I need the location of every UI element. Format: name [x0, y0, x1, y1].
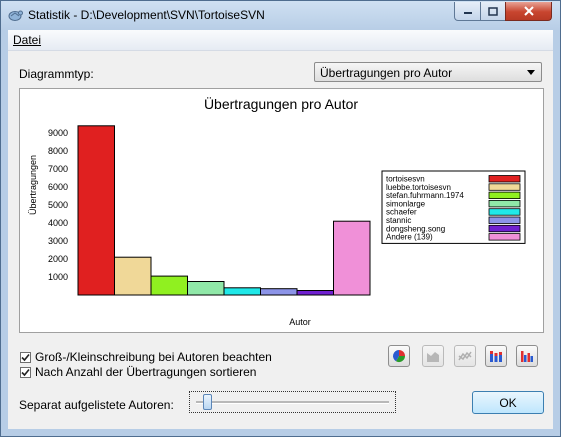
legend-swatch: [488, 224, 521, 233]
slider-thumb[interactable]: [203, 394, 213, 410]
legend-swatch: [488, 175, 521, 183]
legend-swatch: [488, 191, 521, 199]
maximize-icon: [488, 6, 498, 16]
dialog-client-area: Datei Diagrammtyp: Übertragungen pro Aut…: [8, 30, 553, 429]
author-commits-chart: Übertragungen pro Autor Übertragungen 1000…: [28, 95, 526, 327]
chart-type-value: Übertragungen pro Autor: [320, 66, 453, 80]
bar-7: [333, 220, 371, 296]
legend-swatch: [488, 216, 521, 224]
window-title: Statistik - D:\Development\SVN\TortoiseS…: [28, 8, 265, 22]
statistics-window: Statistik - D:\Development\SVN\TortoiseS…: [0, 0, 561, 437]
y-tick-label: 3000: [48, 236, 68, 246]
y-tick-label: 4000: [48, 218, 68, 228]
line-chart-button[interactable]: [454, 345, 476, 367]
legend-swatch: [488, 183, 521, 191]
case-sensitive-option[interactable]: Groß-/Kleinschreibung bei Autoren beacht…: [20, 350, 272, 364]
ok-button-label: OK: [499, 395, 517, 410]
minimize-button[interactable]: [454, 2, 481, 21]
bar-6: [296, 290, 334, 296]
tortoisesvn-app-icon: [8, 10, 23, 21]
y-tick-label: 7000: [48, 164, 68, 174]
bar-chart-icon: [521, 351, 533, 362]
area-chart-button[interactable]: [422, 345, 444, 367]
menu-bar: Datei: [8, 30, 553, 51]
case-sensitive-checkbox[interactable]: [20, 351, 31, 363]
chart-title: Übertragungen pro Autor: [204, 95, 358, 112]
slider-track: [196, 401, 389, 404]
y-tick-label: 6000: [48, 182, 68, 192]
close-icon: [523, 6, 534, 16]
pie-chart-icon: [392, 350, 405, 363]
stacked-bar-chart-icon: [490, 351, 502, 362]
y-tick-label: 8000: [48, 146, 68, 156]
x-axis-label: Autor: [289, 317, 311, 327]
sort-by-commits-checkbox[interactable]: [20, 366, 31, 378]
checkmark-icon: [21, 368, 30, 376]
minimize-icon: [463, 12, 472, 14]
y-tick-label: 9000: [48, 128, 68, 138]
checkmark-icon: [21, 353, 30, 361]
bar-4: [223, 287, 261, 296]
y-tick-label: 1000: [48, 272, 68, 282]
chart-area: Übertragungen pro Autor Übertragungen 1000…: [19, 88, 544, 333]
sort-by-commits-option[interactable]: Nach Anzahl der Übertragungen sortieren: [20, 365, 256, 379]
y-tick-label: 5000: [48, 200, 68, 210]
title-bar[interactable]: Statistik - D:\Development\SVN\TortoiseS…: [1, 1, 560, 29]
listed-authors-label: Separat aufgelistete Autoren:: [19, 398, 174, 412]
listed-authors-slider[interactable]: [189, 391, 396, 413]
ok-button[interactable]: OK: [472, 391, 544, 414]
bar-3: [187, 281, 225, 296]
stacked-bar-chart-button[interactable]: [485, 345, 507, 367]
pie-chart-button[interactable]: [388, 345, 410, 367]
bar-5: [260, 288, 298, 296]
case-sensitive-label: Groß-/Kleinschreibung bei Autoren beacht…: [35, 350, 272, 364]
bar-1: [114, 256, 152, 296]
legend-label: Andere (139): [386, 233, 433, 242]
chart-type-label: Diagrammtyp:: [19, 67, 94, 81]
y-tick-label: 2000: [48, 254, 68, 264]
menu-file-label: Datei: [13, 33, 42, 47]
legend-swatch: [488, 200, 521, 208]
menu-file[interactable]: Datei: [13, 33, 41, 47]
line-chart-icon: [458, 351, 472, 361]
y-axis-label: Übertragungen: [28, 155, 38, 215]
sort-by-commits-label: Nach Anzahl der Übertragungen sortieren: [35, 365, 257, 379]
bar-chart-button[interactable]: [516, 345, 538, 367]
bar-0: [77, 125, 115, 296]
close-button[interactable]: [505, 2, 552, 21]
bar-2: [150, 275, 188, 296]
maximize-button[interactable]: [480, 2, 506, 21]
chevron-down-icon: [527, 70, 535, 75]
legend-swatch: [488, 208, 521, 216]
chart-type-select[interactable]: Übertragungen pro Autor: [314, 62, 542, 82]
area-chart-icon: [427, 352, 439, 362]
legend-swatch: [488, 233, 521, 241]
